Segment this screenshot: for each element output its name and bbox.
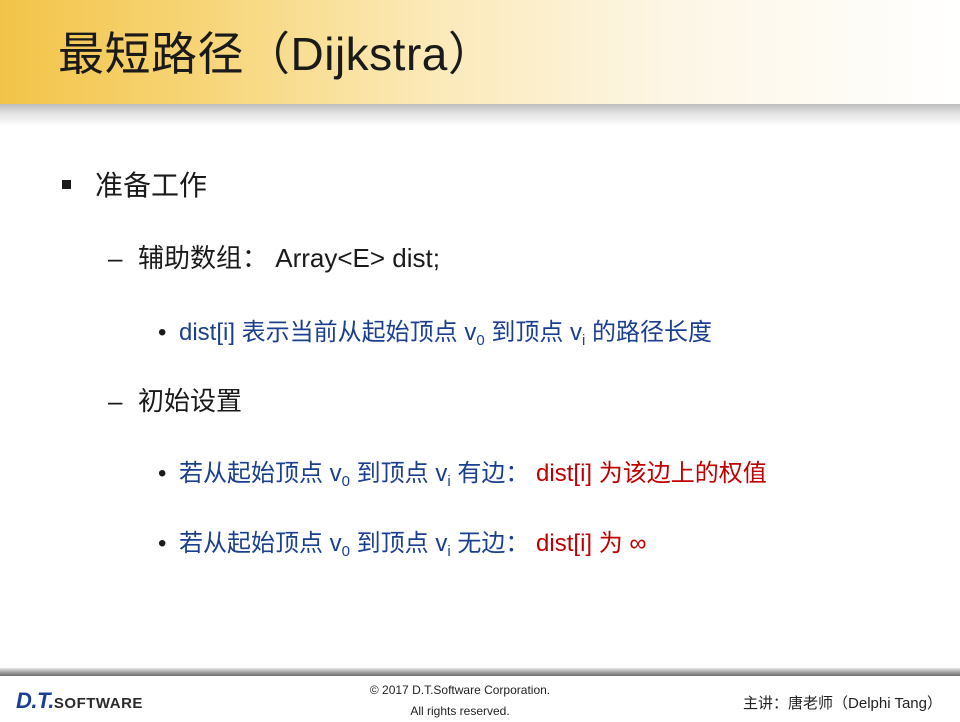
init-text: 初始设置: [138, 386, 243, 416]
subscript-0: 0: [476, 332, 485, 349]
copyright-notice: © 2017 D.T.Software Corporation. All rig…: [330, 680, 590, 722]
footer-divider: [0, 668, 960, 676]
bullet-level3-noedge: • 若从起始顶点 v0 到顶点 vi 无边： dist[i] 为 ∞: [158, 523, 647, 560]
dot-bullet-icon: •: [158, 319, 167, 346]
subscript-0: 0: [341, 473, 351, 490]
edge-part-c: 有边：: [450, 460, 530, 487]
dist-desc-part-b: 到顶点 v: [484, 319, 583, 346]
title-shadow: [0, 104, 960, 126]
copyright-line1: © 2017 D.T.Software Corporation.: [369, 683, 551, 697]
dash-bullet-icon: –: [108, 386, 123, 416]
dot-bullet-icon: •: [158, 530, 167, 557]
slide-title: 最短路径（Dijkstra）: [58, 28, 495, 80]
dist-desc-part-c: 的路径长度: [585, 319, 713, 346]
bullet-level3-dist-desc: • dist[i] 表示当前从起始顶点 v0 到顶点 vi 的路径长度: [158, 312, 713, 349]
copyright-line2: All rights reserved.: [410, 704, 510, 718]
logo-dt: D.T.: [16, 688, 54, 713]
bullet-level2-init: – 初始设置: [108, 381, 242, 418]
edge-part-b: 到顶点 v: [350, 460, 448, 487]
bullet-level1-prep: 准备工作: [62, 164, 207, 204]
bullet-level3-edge: • 若从起始顶点 v0 到顶点 vi 有边： dist[i] 为该边上的权值: [158, 453, 767, 490]
bullet-level2-aux: – 辅助数组： Array<E> dist;: [108, 238, 440, 275]
logo-software: SOFTWARE: [53, 695, 143, 712]
noedge-part-b: 到顶点 v: [350, 530, 448, 557]
edge-result: dist[i] 为该边上的权值: [536, 460, 767, 487]
dot-bullet-icon: •: [158, 460, 167, 487]
square-bullet-icon: [62, 180, 71, 190]
dt-software-logo: D.T.SOFTWARE: [16, 688, 143, 714]
aux-label: 辅助数组：: [138, 243, 269, 273]
noedge-result: dist[i] 为 ∞: [536, 530, 647, 557]
edge-part-a: 若从起始顶点 v: [179, 460, 342, 487]
subscript-0: 0: [341, 543, 351, 560]
lecturer-credit: 主讲：唐老师（Delphi Tang）: [743, 695, 942, 712]
dist-desc-part-a: dist[i] 表示当前从起始顶点 v: [179, 319, 477, 346]
noedge-part-a: 若从起始顶点 v: [179, 530, 342, 557]
noedge-part-c: 无边：: [450, 530, 530, 557]
aux-code: Array<E> dist;: [275, 243, 440, 273]
dash-bullet-icon: –: [108, 243, 123, 273]
bullet-prep-text: 准备工作: [95, 170, 208, 201]
